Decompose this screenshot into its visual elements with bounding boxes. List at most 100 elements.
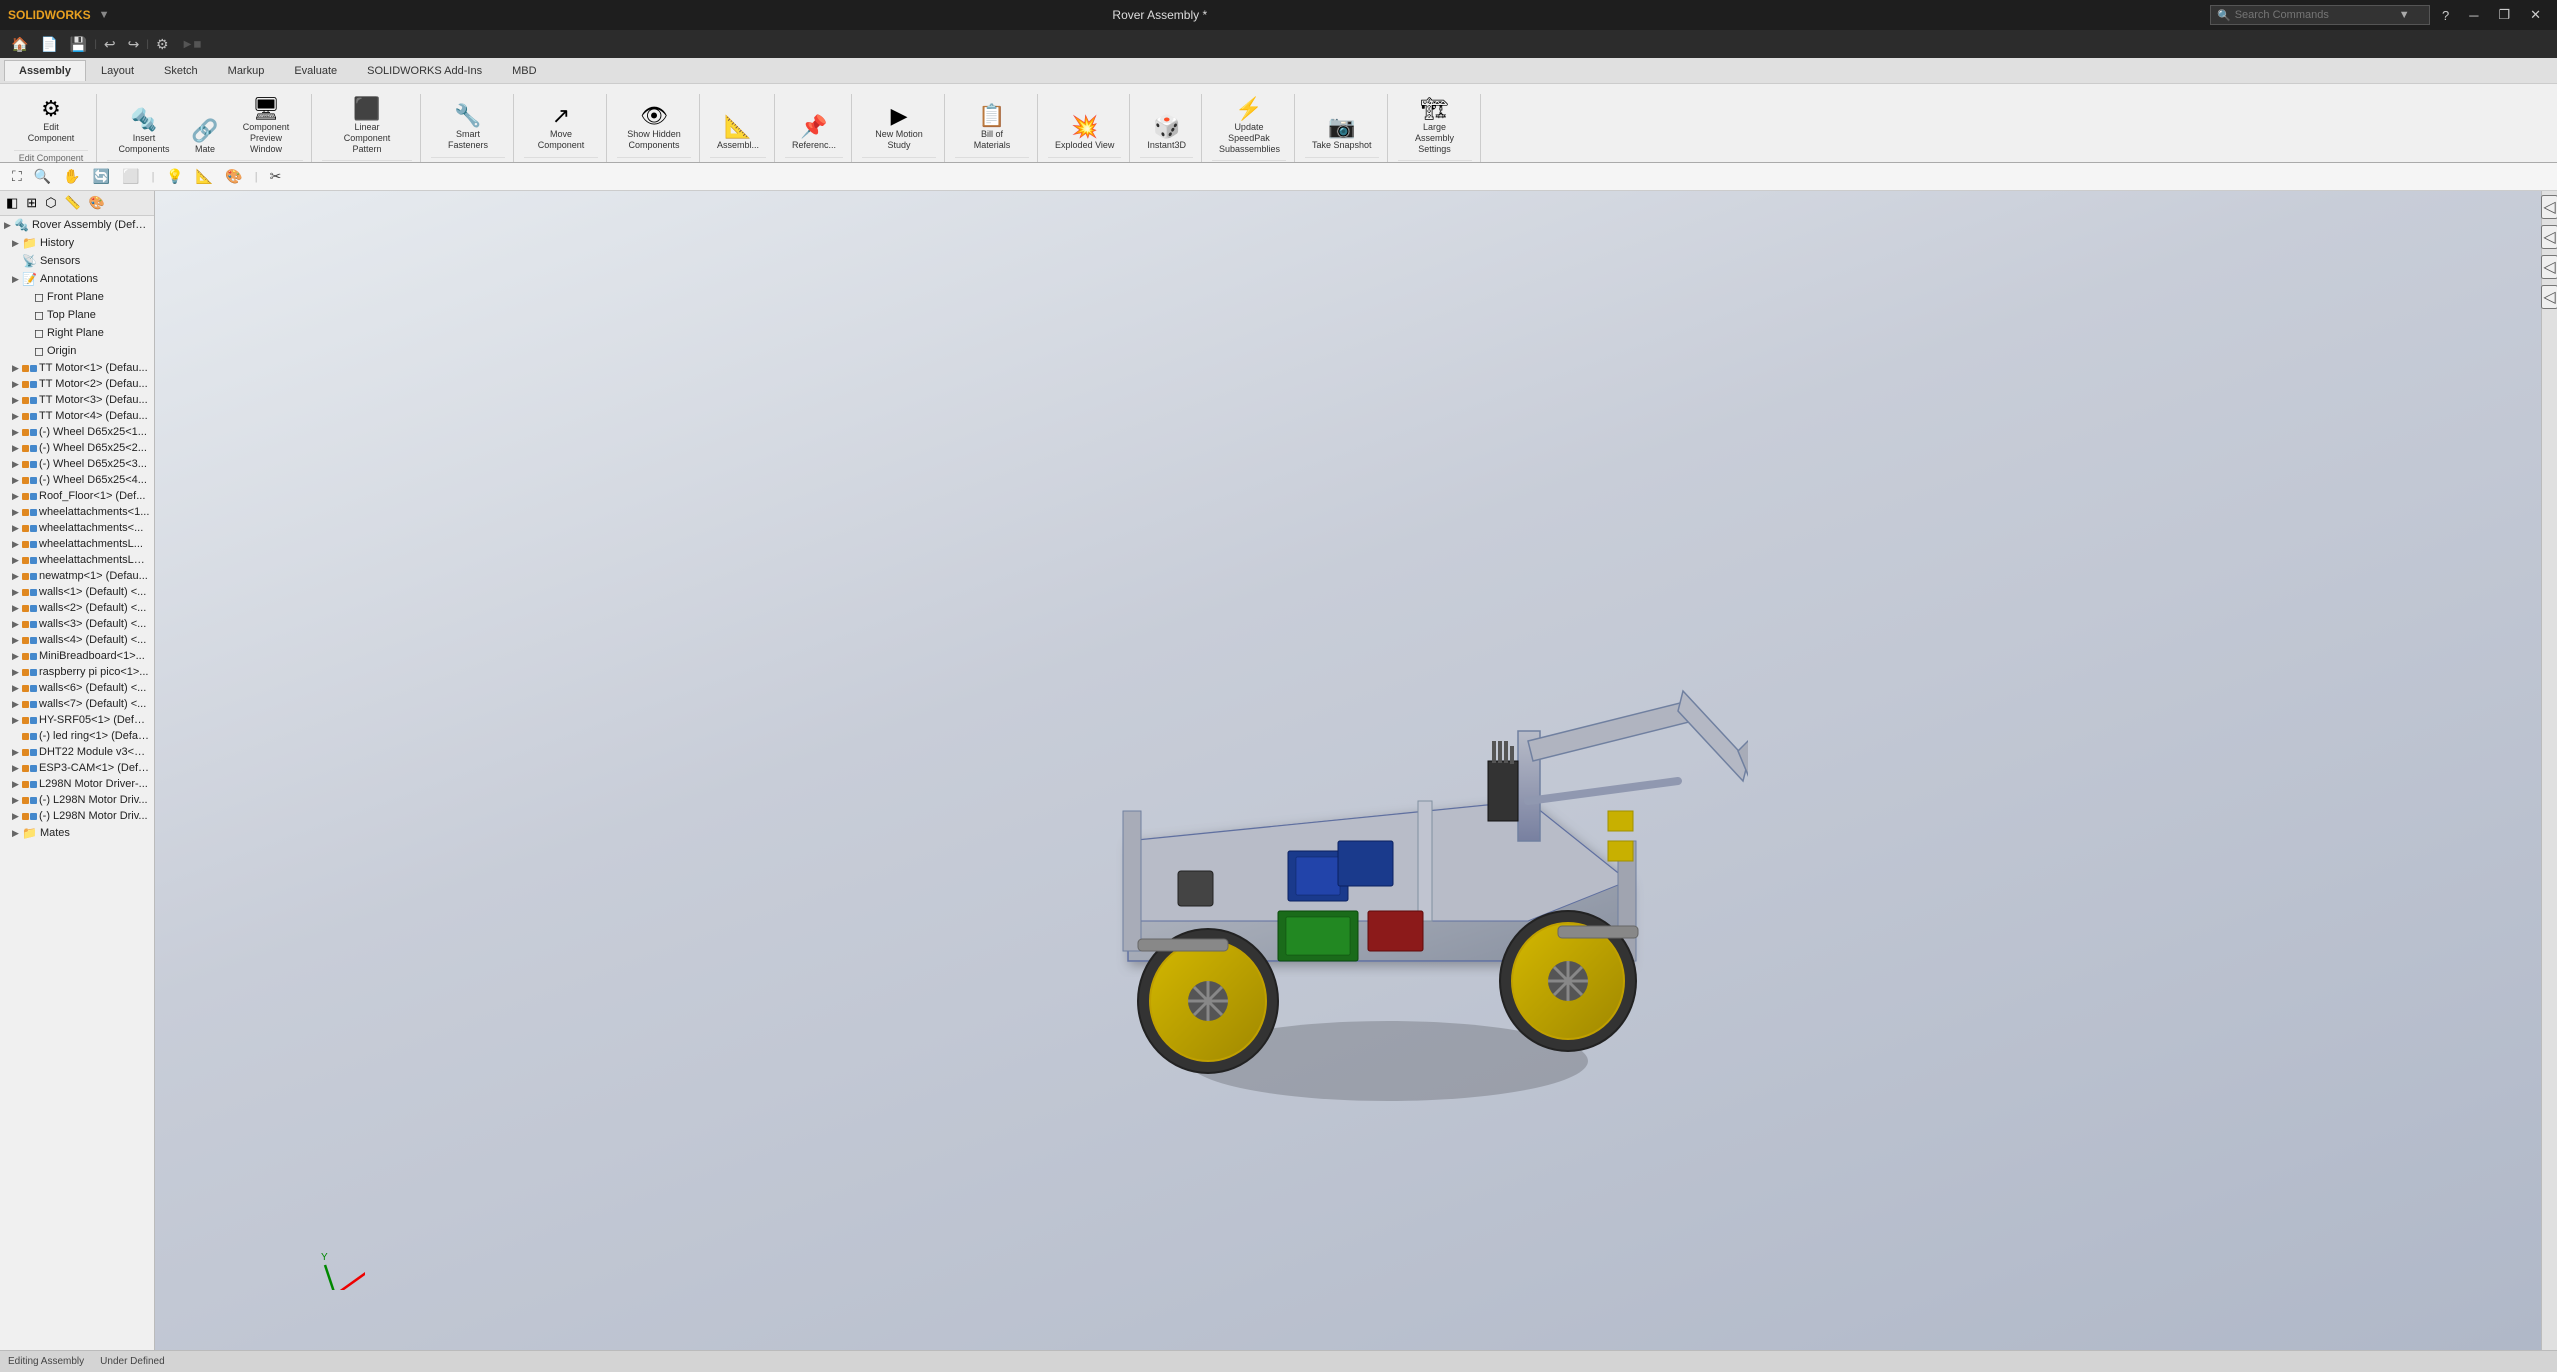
tree-item[interactable]: ▶(-) L298N Motor Driv... (0, 808, 154, 824)
show-hidden-button[interactable]: 👁 Show Hidden Components (617, 101, 691, 155)
bom-button[interactable]: 📋 Bill of Materials (955, 101, 1029, 155)
move-component-button[interactable]: ↗ Move Component (524, 101, 598, 155)
zoom-to-fit-button[interactable]: ⛶ (8, 166, 26, 187)
undo-button[interactable]: ↩ (99, 34, 121, 55)
tree-item[interactable]: ▶walls<4> (Default) <... (0, 632, 154, 648)
home-button[interactable]: 🏠 (6, 34, 33, 55)
tree-item-label: wheelattachmentsLE... (39, 554, 150, 566)
tree-item[interactable]: (-) led ring<1> (Default... (0, 728, 154, 744)
tree-item[interactable]: ◻Right Plane (0, 324, 154, 342)
tab-assembly[interactable]: Assembly (4, 60, 86, 81)
take-snapshot-button[interactable]: 📷 Take Snapshot (1305, 112, 1379, 155)
ribbon-tabs: Assembly Layout Sketch Markup Evaluate S… (0, 58, 2557, 84)
tab-addins[interactable]: SOLIDWORKS Add-Ins (352, 60, 497, 81)
tree-item[interactable]: ▶📁History (0, 234, 154, 252)
appearance-button[interactable]: 🎨 (221, 166, 246, 187)
move-label: Move Component (531, 129, 591, 151)
reference-button[interactable]: 📌 Referenc... (785, 112, 843, 155)
tree-tb-appearance-btn[interactable]: 🎨 (86, 194, 108, 212)
tab-sketch[interactable]: Sketch (149, 60, 213, 81)
tree-item[interactable]: ▶(-) Wheel D65x25<4... (0, 472, 154, 488)
tree-item[interactable]: ◻Top Plane (0, 306, 154, 324)
rp-btn-4[interactable]: ◁ (2541, 285, 2557, 309)
tree-tb-property-btn[interactable]: ⊞ (23, 194, 40, 212)
close-button[interactable]: ✕ (2522, 0, 2549, 30)
tree-item[interactable]: ▶MiniBreadboard<1>... (0, 648, 154, 664)
tree-item[interactable]: ▶📁Mates (0, 824, 154, 842)
tree-root[interactable]: ▶ 🔩 Rover Assembly (Defau... (0, 216, 154, 234)
instant3d-button[interactable]: 🎲 Instant3D (1140, 112, 1193, 155)
options-button[interactable]: ⚙ (151, 34, 174, 55)
tab-evaluate[interactable]: Evaluate (279, 60, 352, 81)
smart-fasteners-button[interactable]: 🔧 Smart Fasteners (431, 101, 505, 155)
tree-item[interactable]: ▶wheelattachments<1... (0, 504, 154, 520)
tree-item[interactable]: ◻Origin (0, 342, 154, 360)
tree-tb-dim-btn[interactable]: 📏 (62, 194, 84, 212)
large-assembly-button[interactable]: 🏗 Large Assembly Settings (1398, 94, 1472, 158)
exploded-view-button[interactable]: 💥 Exploded View (1048, 112, 1121, 155)
tree-item[interactable]: 📡Sensors (0, 252, 154, 270)
tree-tb-config-btn[interactable]: ⬡ (42, 194, 59, 212)
tree-item[interactable]: ▶TT Motor<4> (Defau... (0, 408, 154, 424)
tree-item[interactable]: ▶wheelattachments<... (0, 520, 154, 536)
assembly-features-button[interactable]: 📐 Assembl... (710, 112, 766, 155)
zoom-in-button[interactable]: 🔍 (30, 166, 55, 187)
tree-item[interactable]: ▶Roof_Floor<1> (Def... (0, 488, 154, 504)
tree-item[interactable]: ▶newatmp<1> (Defau... (0, 568, 154, 584)
tab-mbd[interactable]: MBD (497, 60, 551, 81)
tree-item[interactable]: ▶(-) Wheel D65x25<3... (0, 456, 154, 472)
new-motion-study-button[interactable]: ▶ New Motion Study (862, 101, 936, 155)
edit-component-button[interactable]: ⚙ Edit Component (14, 94, 88, 148)
tree-item-label: (-) L298N Motor Driv... (39, 810, 148, 822)
update-speedpak-button[interactable]: ⚡ Update SpeedPak Subassemblies (1212, 94, 1286, 158)
tree-item[interactable]: ▶(-) Wheel D65x25<2... (0, 440, 154, 456)
tree-item[interactable]: ▶walls<7> (Default) <... (0, 696, 154, 712)
tree-item[interactable]: ▶TT Motor<1> (Defau... (0, 360, 154, 376)
preview-window-button[interactable]: 🖥 Component Preview Window (229, 94, 303, 158)
ribbon-group-edit: ⚙ Edit Component Edit Component (6, 94, 97, 162)
zoom-area-button[interactable]: ⬜ (118, 166, 143, 187)
tree-item[interactable]: ▶L298N Motor Driver-... (0, 776, 154, 792)
tree-item[interactable]: ▶DHT22 Module v3<1>... (0, 744, 154, 760)
tree-item[interactable]: ▶walls<3> (Default) <... (0, 616, 154, 632)
save-button[interactable]: 💾 (65, 34, 92, 55)
tree-item[interactable]: ▶(-) L298N Motor Driv... (0, 792, 154, 808)
new-button[interactable]: 📄 (35, 34, 62, 55)
tree-item[interactable]: ▶walls<1> (Default) <... (0, 584, 154, 600)
rp-btn-3[interactable]: ◁ (2541, 255, 2557, 279)
redo-button[interactable]: ↪ (123, 34, 145, 55)
tree-item[interactable]: ▶walls<2> (Default) <... (0, 600, 154, 616)
tree-item[interactable]: ▶HY-SRF05<1> (Default) (0, 712, 154, 728)
tab-layout[interactable]: Layout (86, 60, 149, 81)
insert-components-button[interactable]: 🔩 Insert Components (107, 105, 181, 159)
tree-item[interactable]: ▶(-) Wheel D65x25<1... (0, 424, 154, 440)
help-button[interactable]: ? (2434, 0, 2457, 30)
tree-item[interactable]: ▶📝Annotations (0, 270, 154, 288)
tree-item[interactable]: ▶walls<6> (Default) <... (0, 680, 154, 696)
restore-button[interactable]: ❐ (2490, 0, 2518, 30)
minimize-button[interactable]: ─ (2461, 0, 2486, 30)
linear-pattern-button[interactable]: ⬛ Linear Component Pattern (322, 94, 412, 158)
tree-tb-feature-btn[interactable]: ◧ (3, 194, 21, 212)
rp-btn-1[interactable]: ◁ (2541, 195, 2557, 219)
search-bar[interactable]: 🔍 ▼ (2210, 5, 2430, 25)
pan-button[interactable]: ✋ (59, 166, 84, 187)
search-input[interactable] (2235, 9, 2395, 21)
tab-markup[interactable]: Markup (213, 60, 280, 81)
search-dropdown-icon[interactable]: ▼ (2399, 9, 2410, 21)
rp-btn-2[interactable]: ◁ (2541, 225, 2557, 249)
tree-item[interactable]: ▶TT Motor<3> (Defau... (0, 392, 154, 408)
tree-item[interactable]: ◻Front Plane (0, 288, 154, 306)
tree-item[interactable]: ▶wheelattachmentsLE... (0, 552, 154, 568)
viewport[interactable]: X Y Z (155, 191, 2541, 1350)
rotate-button[interactable]: 🔄 (89, 166, 114, 187)
ribbon-group-motion: ▶ New Motion Study (854, 94, 945, 162)
tree-item[interactable]: ▶TT Motor<2> (Defau... (0, 376, 154, 392)
view-orientation-button[interactable]: 📐 (192, 166, 217, 187)
tree-item[interactable]: ▶raspberry pi pico<1>... (0, 664, 154, 680)
tree-item[interactable]: ▶wheelattachmentsL... (0, 536, 154, 552)
mate-button[interactable]: 🔗 Mate (183, 116, 227, 159)
section-view-button[interactable]: ✂ (266, 166, 286, 187)
tree-item[interactable]: ▶ESP3-CAM<1> (Defa... (0, 760, 154, 776)
display-style-button[interactable]: 💡 (162, 166, 187, 187)
